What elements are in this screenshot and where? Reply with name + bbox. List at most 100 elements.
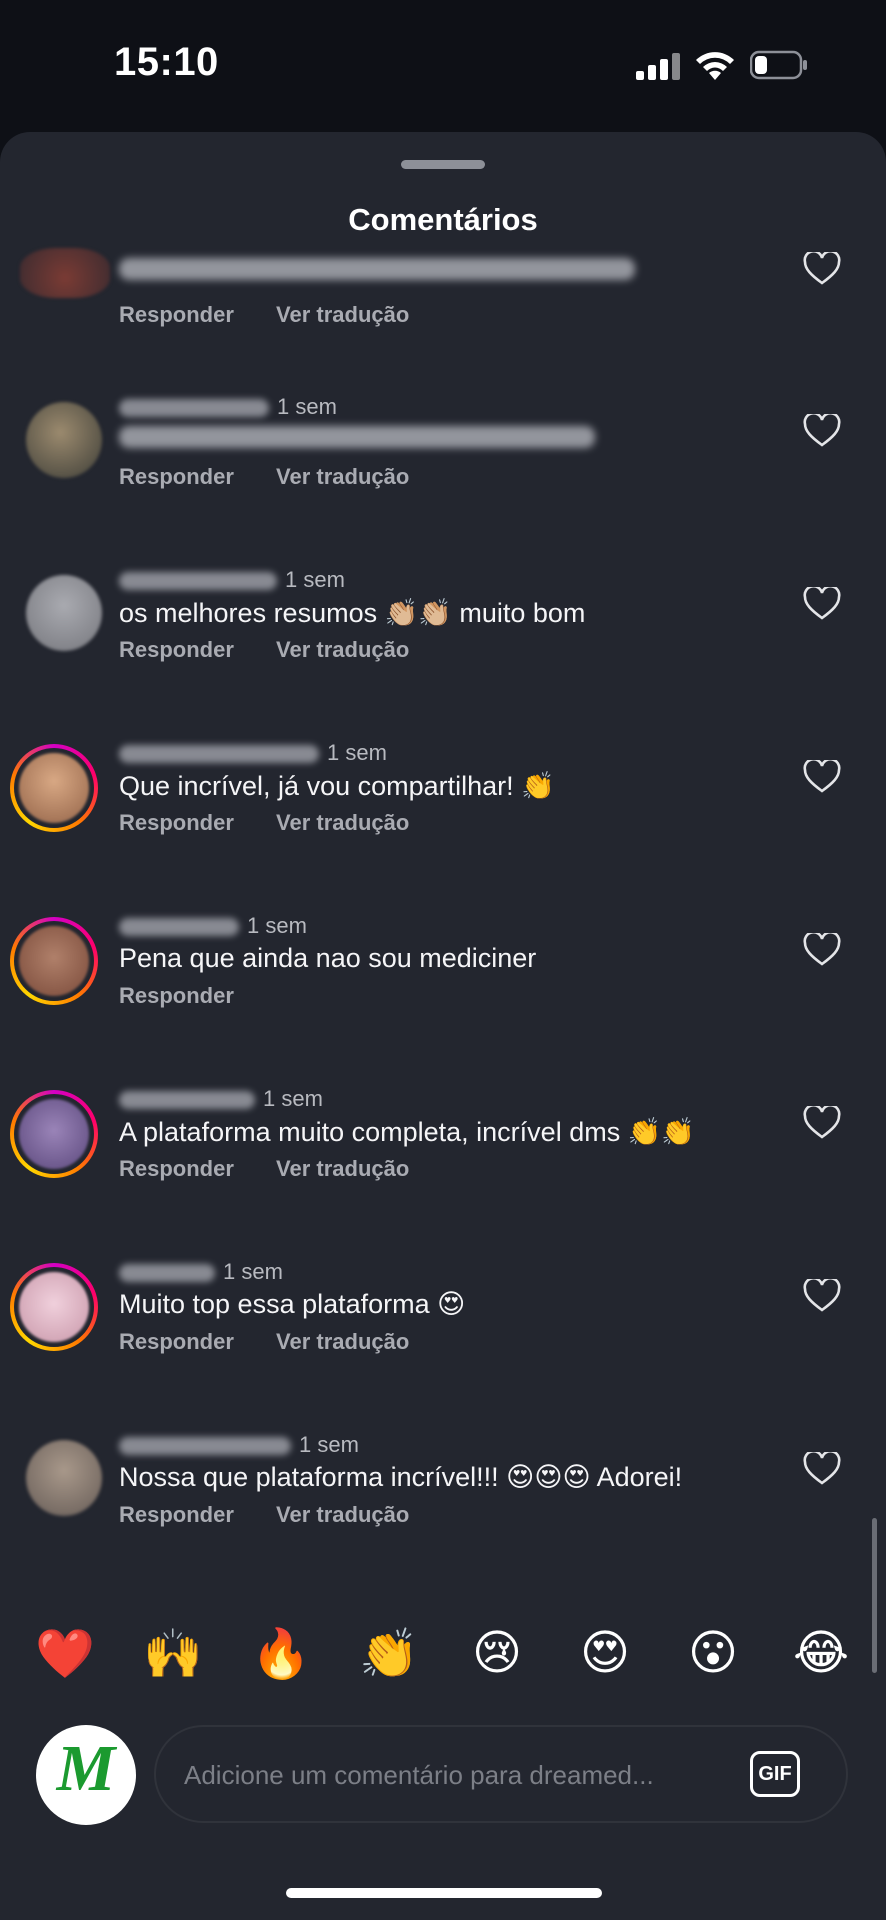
like-heart-icon[interactable]	[803, 414, 841, 448]
emoji-fire[interactable]: 🔥	[246, 1625, 316, 1682]
comment-meta: 1 sem	[119, 1259, 283, 1285]
emoji-reaction-bar: ❤️ 🙌 🔥 👏 😢 😍 😮 😂	[0, 1625, 886, 1695]
comment-item: 1 sem Muito top essa plataforma 😍 Respon…	[0, 1259, 886, 1409]
emoji-surprised[interactable]: 😮	[678, 1625, 748, 1681]
like-heart-icon[interactable]	[803, 1279, 841, 1313]
comment-meta: 1 sem	[119, 1432, 359, 1458]
home-indicator[interactable]	[286, 1888, 602, 1898]
story-ring-avatar[interactable]	[10, 1090, 98, 1178]
comment-input[interactable]	[182, 1753, 726, 1797]
translate-button[interactable]: Ver tradução	[276, 1329, 409, 1354]
comment-actions: Responder Ver tradução	[119, 637, 445, 663]
clock: 15:10	[114, 40, 219, 84]
redacted-username[interactable]	[119, 572, 277, 591]
comment-actions: Responder	[119, 983, 270, 1009]
comment-time: 1 sem	[223, 1259, 283, 1284]
redacted-username[interactable]	[119, 1437, 291, 1456]
emoji-crying[interactable]: 😢	[462, 1625, 532, 1681]
translate-button[interactable]: Ver tradução	[276, 637, 409, 662]
redacted-comment-text	[119, 258, 635, 280]
avatar	[19, 926, 89, 996]
redacted-username[interactable]	[119, 1091, 255, 1110]
avatar[interactable]	[20, 248, 110, 298]
comment-actions: Responder Ver tradução	[119, 302, 445, 328]
comment-item: 1 sem Pena que ainda nao sou mediciner R…	[0, 913, 886, 1063]
translate-button[interactable]: Ver tradução	[276, 464, 409, 489]
emoji-clap[interactable]: 👏	[354, 1625, 424, 1682]
redacted-comment-text	[119, 426, 595, 448]
reply-button[interactable]: Responder	[119, 983, 234, 1008]
comment-actions: Responder Ver tradução	[119, 1156, 445, 1182]
comment-item: 1 sem Nossa que plataforma incrível!!! 😍…	[0, 1432, 886, 1582]
translate-button[interactable]: Ver tradução	[276, 1502, 409, 1527]
translate-button[interactable]: Ver tradução	[276, 302, 409, 327]
comment-meta: 1 sem	[119, 394, 337, 420]
like-heart-icon[interactable]	[803, 1452, 841, 1486]
reply-button[interactable]: Responder	[119, 1329, 234, 1354]
comment-text: Nossa que plataforma incrível!!! 😍😍😍 Ado…	[119, 1462, 683, 1492]
comment-text: A plataforma muito completa, incrível dm…	[119, 1117, 695, 1147]
comment-item: 1 sem Que incrível, já vou compartilhar!…	[0, 740, 886, 890]
reply-button[interactable]: Responder	[119, 1156, 234, 1181]
drag-handle[interactable]	[401, 160, 485, 169]
avatar	[19, 753, 89, 823]
comment-text	[119, 424, 595, 455]
comment-item: 1 sem A plataforma muito completa, incrí…	[0, 1086, 886, 1236]
redacted-username[interactable]	[119, 918, 239, 937]
like-heart-icon[interactable]	[803, 933, 841, 967]
translate-button[interactable]: Ver tradução	[276, 810, 409, 835]
comment-time: 1 sem	[327, 740, 387, 765]
comment-meta: 1 sem	[119, 740, 387, 766]
comment-actions: Responder Ver tradução	[119, 810, 445, 836]
brand-logo: M	[56, 1732, 116, 1805]
emoji-raised-hands[interactable]: 🙌	[138, 1625, 208, 1682]
avatar	[19, 1272, 89, 1342]
battery-icon	[750, 50, 807, 80]
like-heart-icon[interactable]	[803, 587, 841, 621]
comment-time: 1 sem	[299, 1432, 359, 1457]
story-ring-avatar[interactable]	[10, 917, 98, 1005]
sheet-title: Comentários	[348, 202, 538, 237]
comment-text: Pena que ainda nao sou mediciner	[119, 943, 537, 973]
story-ring-avatar[interactable]	[10, 1263, 98, 1351]
comment-item: 1 sem os melhores resumos 👏🏼👏🏼 muito bom…	[0, 567, 886, 717]
reply-button[interactable]: Responder	[119, 302, 234, 327]
comment-time: 1 sem	[263, 1086, 323, 1111]
status-bar: 15:10	[0, 0, 886, 130]
avatar	[19, 1099, 89, 1169]
comment-actions: Responder Ver tradução	[119, 464, 445, 490]
reply-button[interactable]: Responder	[119, 810, 234, 835]
comment-text: os melhores resumos 👏🏼👏🏼 muito bom	[119, 598, 586, 628]
gif-button[interactable]: GIF	[750, 1751, 800, 1797]
reply-button[interactable]: Responder	[119, 1502, 234, 1527]
comment-meta: 1 sem	[119, 567, 345, 593]
comment-time: 1 sem	[285, 567, 345, 592]
avatar[interactable]	[26, 402, 102, 478]
comment-actions: Responder Ver tradução	[119, 1329, 445, 1355]
comment-text: Que incrível, já vou compartilhar! 👏	[119, 771, 555, 801]
comment-item: 1 sem Responder Ver tradução	[0, 394, 886, 544]
translate-button[interactable]: Ver tradução	[276, 1156, 409, 1181]
comment-time: 1 sem	[277, 394, 337, 419]
like-heart-icon[interactable]	[803, 1106, 841, 1140]
reply-button[interactable]: Responder	[119, 637, 234, 662]
comment-meta: 1 sem	[119, 913, 307, 939]
story-ring-avatar[interactable]	[10, 744, 98, 832]
emoji-heart-eyes[interactable]: 😍	[570, 1625, 640, 1681]
like-heart-icon[interactable]	[803, 252, 841, 286]
comment-composer: GIF	[154, 1725, 848, 1823]
like-heart-icon[interactable]	[803, 760, 841, 794]
redacted-username[interactable]	[119, 745, 319, 764]
comment-actions: Responder Ver tradução	[119, 1502, 445, 1528]
comment-item: Responder Ver tradução	[0, 248, 886, 402]
redacted-username[interactable]	[119, 1264, 215, 1283]
emoji-laughing[interactable]: 😂	[786, 1625, 856, 1681]
emoji-heart[interactable]: ❤️	[30, 1625, 100, 1682]
comment-text	[119, 256, 635, 287]
avatar[interactable]	[26, 575, 102, 651]
redacted-username[interactable]	[119, 399, 269, 418]
wifi-icon	[696, 52, 734, 80]
reply-button[interactable]: Responder	[119, 464, 234, 489]
avatar[interactable]	[26, 1440, 102, 1516]
comment-text: Muito top essa plataforma 😍	[119, 1289, 466, 1319]
